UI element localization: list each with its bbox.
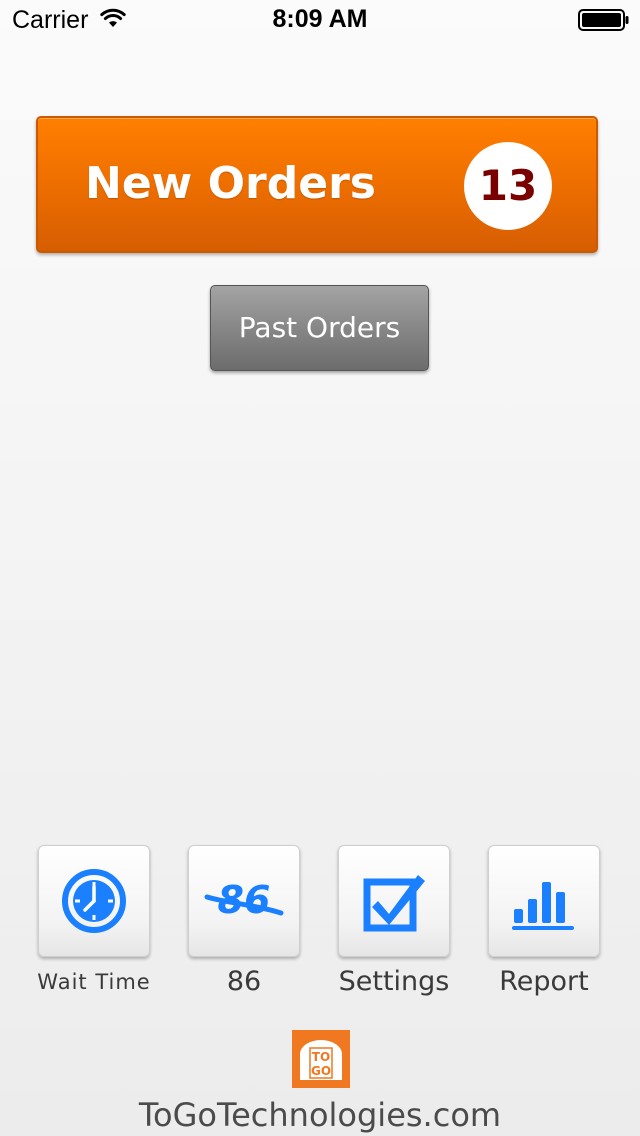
- status-clock: 8:09 AM: [272, 5, 368, 33]
- footer-url[interactable]: ToGoTechnologies.com: [0, 1096, 640, 1134]
- wait-time-label: Wait Time: [37, 970, 151, 994]
- clock-icon: [62, 869, 126, 933]
- wait-time-button[interactable]: [38, 845, 150, 957]
- report-label: Report: [499, 966, 589, 997]
- tool-wait-time: Wait Time: [37, 845, 152, 994]
- new-orders-button[interactable]: New Orders 13: [36, 116, 598, 253]
- 86-strikethrough-icon: 86: [204, 878, 284, 922]
- togo-logo-icon: TO GO: [292, 1030, 350, 1088]
- settings-button[interactable]: [338, 845, 450, 957]
- svg-text:GO: GO: [311, 1064, 331, 1078]
- past-orders-button[interactable]: Past Orders: [210, 285, 429, 371]
- tool-report: Report: [488, 845, 602, 997]
- tool-settings: Settings: [338, 845, 452, 997]
- bar-chart-icon: [512, 882, 574, 930]
- battery-full-icon: [578, 9, 629, 31]
- new-orders-label: New Orders: [85, 158, 376, 209]
- tool-86: 86 86: [188, 845, 302, 997]
- checkbox-icon: [363, 875, 425, 932]
- report-button[interactable]: [488, 845, 600, 957]
- 86-button[interactable]: 86: [188, 845, 300, 957]
- settings-label: Settings: [338, 966, 450, 997]
- 86-label: 86: [226, 966, 262, 997]
- svg-text:TO: TO: [312, 1050, 330, 1064]
- status-bar: Carrier 8:09 AM: [0, 0, 640, 40]
- new-orders-count-badge: 13: [464, 142, 552, 230]
